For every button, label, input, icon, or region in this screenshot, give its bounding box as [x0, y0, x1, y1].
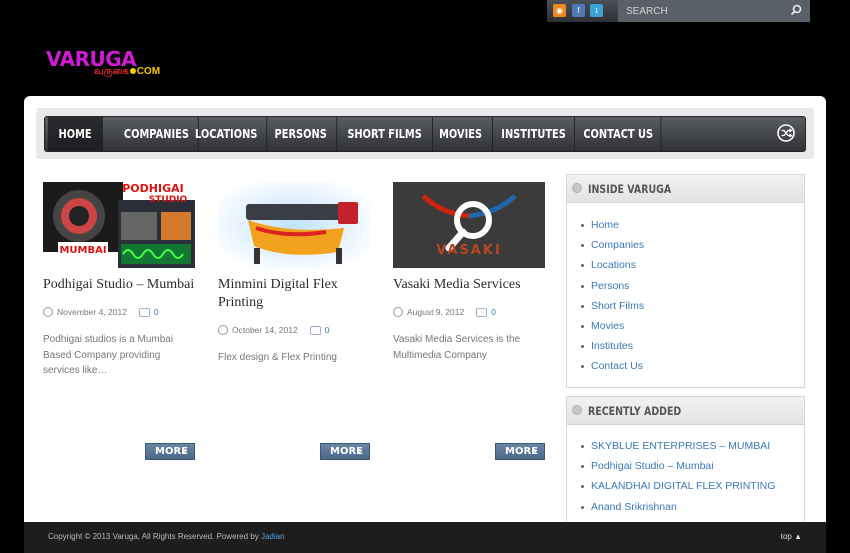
nav-item-movies[interactable]: MOVIES: [429, 117, 493, 151]
inside-varuga-widget: INSIDE VARUGA Home Companies Locations P…: [566, 174, 805, 388]
chevron-right-icon: ›: [357, 446, 362, 457]
nav-item-persons[interactable]: PERSONS: [265, 117, 338, 151]
post-excerpt: Vasaki Media Services is the Multimedia C…: [393, 334, 521, 361]
comment-icon[interactable]: [138, 308, 150, 318]
powered-by-link[interactable]: Jadian: [261, 532, 285, 541]
sidebar-link-institutes[interactable]: Institutes: [581, 336, 804, 356]
rss-icon[interactable]: ◉: [553, 4, 566, 17]
post-thumbnail[interactable]: VASAKI: [393, 182, 545, 268]
widget-title: RECENTLY ADDED: [588, 404, 682, 418]
chevron-right-icon: ›: [182, 446, 187, 457]
sidebar-link-movies[interactable]: Movies: [581, 316, 804, 336]
recent-link[interactable]: SKYBLUE ENTERPRISES – MUMBAI: [581, 436, 804, 456]
post-thumbnail[interactable]: MUMBAI PODHIGAI STUDIO: [43, 182, 195, 268]
widget-header: RECENTLY ADDED: [567, 397, 804, 425]
recent-link[interactable]: KALANDHAI DIGITAL FLEX PRINTING: [581, 476, 804, 496]
more-button[interactable]: MORE ›: [145, 443, 195, 460]
clock-icon: [43, 306, 53, 317]
post-excerpt: Flex design & Flex Printing: [218, 352, 337, 363]
recent-link[interactable]: Anand Srikrishnan: [581, 497, 804, 517]
post-title[interactable]: Podhigai Studio – Mumbai: [43, 276, 203, 294]
clock-icon: [218, 324, 228, 335]
search-box: [618, 0, 810, 22]
recently-added-widget: RECENTLY ADDED SKYBLUE ENTERPRISES – MUM…: [566, 396, 805, 523]
widget-title: INSIDE VARUGA: [588, 182, 672, 196]
widget-header: INSIDE VARUGA: [567, 175, 804, 203]
post-excerpt: Podhigai studios is a Mumbai Based Compan…: [43, 334, 174, 376]
svg-text:PODHIGAI: PODHIGAI: [122, 182, 183, 195]
recent-link[interactable]: Podhigai Studio – Mumbai: [581, 456, 804, 476]
vasaki-logo-image: VASAKI: [393, 182, 545, 268]
search-icon[interactable]: [790, 4, 802, 16]
svg-text:VASAKI: VASAKI: [436, 243, 502, 258]
nav-item-locations[interactable]: LOCATIONS: [186, 117, 268, 151]
sidebar-link-persons[interactable]: Persons: [581, 276, 804, 296]
post-meta: October 14, 2012 0: [218, 324, 329, 336]
sidebar-link-contact-us[interactable]: Contact Us: [581, 356, 804, 376]
bullet-icon: [572, 405, 582, 415]
svg-text:MUMBAI: MUMBAI: [59, 245, 106, 256]
nav-item-institutes[interactable]: INSTITUTES: [493, 117, 575, 151]
chevron-up-icon: ▲: [794, 532, 802, 541]
bullet-icon: [572, 183, 582, 193]
nav-item-short-films[interactable]: SHORT FILMS: [337, 117, 433, 151]
sidebar-link-short-films[interactable]: Short Films: [581, 296, 804, 316]
svg-text:STUDIO: STUDIO: [149, 195, 188, 205]
sidebar-link-home[interactable]: Home: [581, 215, 804, 235]
post-title[interactable]: Minmini Digital Flex Printing: [218, 276, 378, 312]
post-meta: August 9, 2012 0: [393, 306, 496, 318]
more-button[interactable]: MORE ›: [320, 443, 370, 460]
nav-item-home[interactable]: HOME: [48, 117, 103, 151]
comment-icon[interactable]: [309, 326, 321, 336]
nav-item-contact-us[interactable]: CONTACT US: [576, 117, 662, 151]
footer-copyright: Copyright © 2013 Varuga, All Rights Rese…: [48, 532, 285, 541]
post-thumbnail[interactable]: [218, 182, 370, 268]
logo-subtext: வருகை COM: [94, 66, 161, 77]
printer-image: [218, 182, 370, 268]
search-input[interactable]: [626, 3, 786, 19]
site-logo[interactable]: VARUGA வருகை COM: [46, 47, 160, 77]
main-nav: HOME COMPANIES LOCATIONS PERSONS SHORT F…: [44, 116, 806, 152]
comment-icon[interactable]: [476, 308, 488, 318]
clock-icon: [393, 306, 403, 317]
post-title[interactable]: Vasaki Media Services: [393, 276, 553, 294]
post-meta: November 4, 2012 0: [43, 306, 159, 318]
studio-image: MUMBAI PODHIGAI STUDIO: [43, 182, 195, 268]
more-button[interactable]: MORE ›: [495, 443, 545, 460]
twitter-icon[interactable]: t: [590, 4, 603, 17]
chevron-right-icon: ›: [532, 446, 537, 457]
back-to-top-link[interactable]: top ▲: [781, 532, 802, 541]
sidebar-link-companies[interactable]: Companies: [581, 235, 804, 255]
shuffle-icon[interactable]: [777, 124, 795, 142]
sidebar-link-locations[interactable]: Locations: [581, 255, 804, 275]
footer: Copyright © 2013 Varuga, All Rights Rese…: [24, 522, 826, 553]
share-icon[interactable]: f: [572, 4, 585, 17]
